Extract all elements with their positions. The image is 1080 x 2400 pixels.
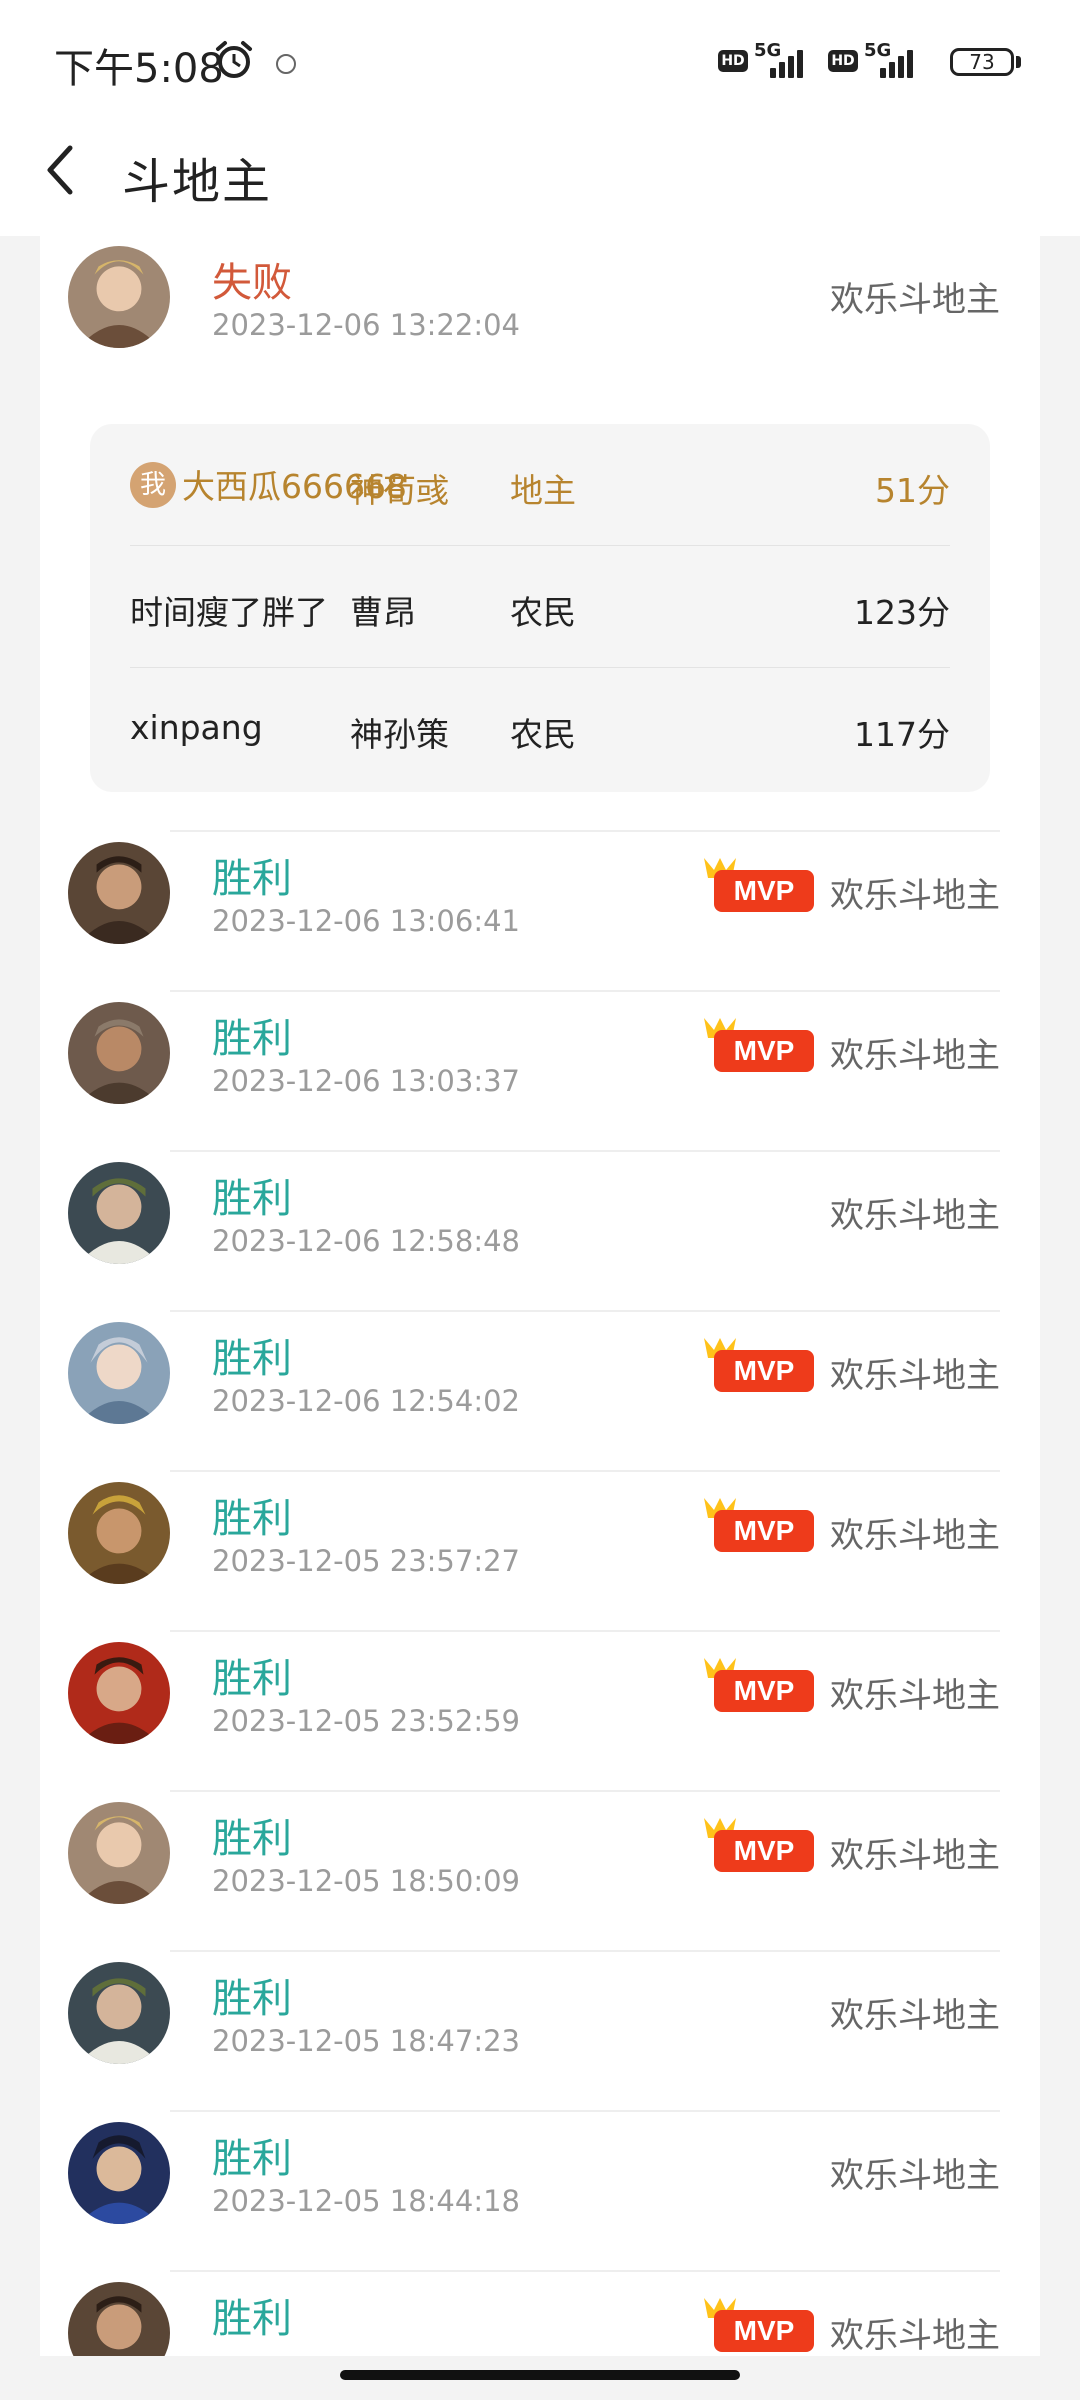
match-record-list: 失败 2023-12-06 13:22:04 欢乐斗地主 我大西瓜666668 … xyxy=(40,236,1040,2356)
home-indicator[interactable] xyxy=(340,2370,740,2380)
sync-status-icon xyxy=(276,54,296,74)
game-mode: 欢乐斗地主 xyxy=(830,2156,1000,2196)
mvp-badge-icon: MVP xyxy=(704,1818,814,1872)
mvp-badge-icon: MVP xyxy=(704,1498,814,1552)
back-arrow-icon[interactable] xyxy=(40,140,84,200)
match-record-row[interactable]: 胜利 2023-12-05 23:52:59 MVP 欢乐斗地主 xyxy=(40,1632,1040,1792)
match-record-row[interactable]: 胜利 2023-12-06 13:06:41 MVP 欢乐斗地主 xyxy=(40,832,1040,992)
hero-avatar xyxy=(68,1802,170,1904)
match-result: 胜利 xyxy=(212,856,292,902)
hd-badge: HD xyxy=(718,50,748,72)
hero-avatar xyxy=(68,1162,170,1264)
player-hero: 曹昂 xyxy=(350,593,416,632)
player-row: 时间瘦了胖了 曹昂 农民 123分 xyxy=(130,546,950,668)
match-detail-panel: 我大西瓜666668 神荀彧 地主 51分 时间瘦了胖了 曹昂 农民 123分 … xyxy=(90,424,990,792)
match-result: 胜利 xyxy=(212,2136,292,2182)
game-mode: 欢乐斗地主 xyxy=(830,1996,1000,2036)
hero-avatar xyxy=(68,2282,170,2356)
player-role: 农民 xyxy=(510,593,576,632)
game-mode: 欢乐斗地主 xyxy=(830,1036,1000,1076)
hero-avatar xyxy=(68,1482,170,1584)
match-result: 失败 xyxy=(212,260,292,306)
match-record-row[interactable]: 胜利 2023-12-06 12:58:48 欢乐斗地主 xyxy=(40,1152,1040,1312)
match-record-row[interactable]: 失败 2023-12-06 13:22:04 欢乐斗地主 xyxy=(40,236,1040,396)
svg-text:MVP: MVP xyxy=(734,2315,795,2346)
player-hero: 神孙策 xyxy=(350,715,449,754)
mvp-badge-icon: MVP xyxy=(704,1338,814,1392)
svg-text:MVP: MVP xyxy=(734,875,795,906)
mvp-badge-icon: MVP xyxy=(704,1018,814,1072)
player-score: 117分 xyxy=(854,715,950,754)
page-title: 斗地主 xyxy=(122,154,273,210)
hero-avatar xyxy=(68,1002,170,1104)
game-mode: 欢乐斗地主 xyxy=(830,1196,1000,1236)
hd-badge: HD xyxy=(828,50,858,72)
svg-text:MVP: MVP xyxy=(734,1355,795,1386)
match-record-row[interactable]: 胜利 2023-12-05 23:57:27 MVP 欢乐斗地主 xyxy=(40,1472,1040,1632)
hero-avatar xyxy=(68,1322,170,1424)
svg-text:MVP: MVP xyxy=(734,1675,795,1706)
status-bar: 下午5:08 HD 5G HD 5G 73 xyxy=(0,0,1080,120)
battery-tip xyxy=(1016,56,1021,68)
match-datetime: 2023-12-05 18:44:18 xyxy=(212,2184,520,2218)
match-record-row[interactable]: 胜利 2023-12-05 18:47:23 欢乐斗地主 xyxy=(40,1952,1040,2112)
game-mode: 欢乐斗地主 xyxy=(830,1516,1000,1556)
match-result: 胜利 xyxy=(212,2296,292,2342)
network-type-label: 5G xyxy=(864,40,892,61)
player-row-self: 我大西瓜666668 神荀彧 地主 51分 xyxy=(130,424,950,546)
hero-avatar xyxy=(68,2122,170,2224)
match-record-row[interactable]: 胜利 2023-12-05 18:50:09 MVP 欢乐斗地主 xyxy=(40,1792,1040,1952)
hero-avatar xyxy=(68,246,170,348)
match-result: 胜利 xyxy=(212,1176,292,1222)
player-hero: 神荀彧 xyxy=(350,471,449,510)
player-role: 农民 xyxy=(510,715,576,754)
battery-icon: 73 xyxy=(950,48,1014,76)
match-datetime: 2023-12-05 23:57:27 xyxy=(212,1544,520,1578)
match-record-row[interactable]: 胜利 MVP 欢乐斗地主 xyxy=(40,2272,1040,2356)
match-datetime: 2023-12-06 13:06:41 xyxy=(212,904,520,938)
alarm-clock-icon xyxy=(216,41,252,78)
game-mode: 欢乐斗地主 xyxy=(830,1836,1000,1876)
game-mode: 欢乐斗地主 xyxy=(830,1676,1000,1716)
svg-text:MVP: MVP xyxy=(734,1835,795,1866)
match-result: 胜利 xyxy=(212,1656,292,1702)
match-datetime: 2023-12-06 12:58:48 xyxy=(212,1224,520,1258)
match-result: 胜利 xyxy=(212,1976,292,2022)
svg-text:MVP: MVP xyxy=(734,1035,795,1066)
player-name: xinpang xyxy=(130,708,263,747)
match-datetime: 2023-12-05 18:50:09 xyxy=(212,1864,520,1898)
match-result: 胜利 xyxy=(212,1016,292,1062)
match-datetime: 2023-12-06 12:54:02 xyxy=(212,1384,520,1418)
game-mode: 欢乐斗地主 xyxy=(830,1356,1000,1396)
player-score: 123分 xyxy=(854,593,950,632)
mvp-badge-icon: MVP xyxy=(704,2298,814,2352)
me-badge: 我 xyxy=(130,461,176,508)
hero-avatar xyxy=(68,1962,170,2064)
game-mode: 欢乐斗地主 xyxy=(830,2316,1000,2356)
match-result: 胜利 xyxy=(212,1496,292,1542)
player-score: 51分 xyxy=(875,471,950,510)
hero-avatar xyxy=(68,1642,170,1744)
game-mode: 欢乐斗地主 xyxy=(830,876,1000,916)
game-mode: 欢乐斗地主 xyxy=(830,280,1000,320)
hero-avatar xyxy=(68,842,170,944)
network-type-label: 5G xyxy=(754,40,782,61)
status-time: 下午5:08 xyxy=(54,46,224,92)
match-result: 胜利 xyxy=(212,1336,292,1382)
mvp-badge-icon: MVP xyxy=(704,1658,814,1712)
match-datetime: 2023-12-06 13:03:37 xyxy=(212,1064,520,1098)
match-datetime: 2023-12-06 13:22:04 xyxy=(212,308,520,342)
match-result: 胜利 xyxy=(212,1816,292,1862)
mvp-badge-icon: MVP xyxy=(704,858,814,912)
nav-bar: 斗地主 xyxy=(0,120,1080,236)
player-name: 时间瘦了胖了 xyxy=(130,593,328,632)
match-record-row[interactable]: 胜利 2023-12-05 18:44:18 欢乐斗地主 xyxy=(40,2112,1040,2272)
match-record-row[interactable]: 胜利 2023-12-06 12:54:02 MVP 欢乐斗地主 xyxy=(40,1312,1040,1472)
svg-text:MVP: MVP xyxy=(734,1515,795,1546)
match-record-row[interactable]: 胜利 2023-12-06 13:03:37 MVP 欢乐斗地主 xyxy=(40,992,1040,1152)
player-role: 地主 xyxy=(510,471,576,510)
player-row: xinpang 神孙策 农民 117分 xyxy=(130,668,950,790)
match-datetime: 2023-12-05 23:52:59 xyxy=(212,1704,520,1738)
match-datetime: 2023-12-05 18:47:23 xyxy=(212,2024,520,2058)
